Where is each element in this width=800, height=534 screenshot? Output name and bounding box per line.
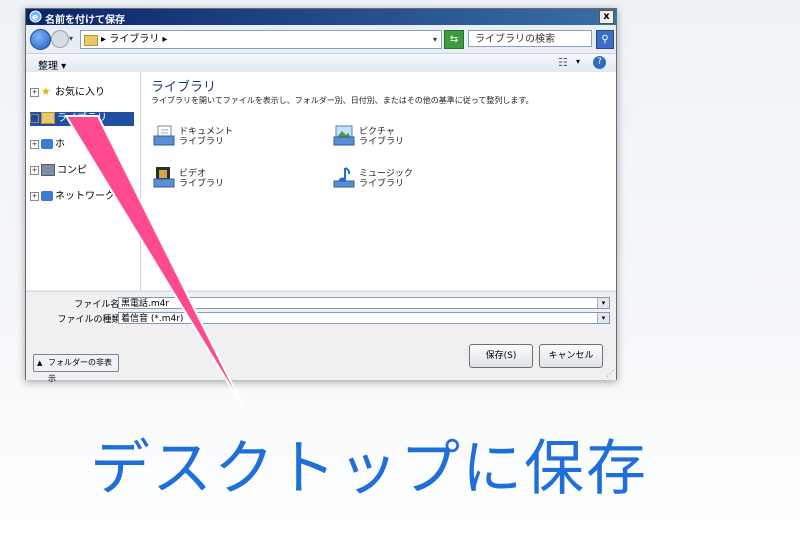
pink-pointer-arrow — [64, 115, 247, 413]
instruction-caption: デスクトップに保存 — [90, 434, 648, 504]
